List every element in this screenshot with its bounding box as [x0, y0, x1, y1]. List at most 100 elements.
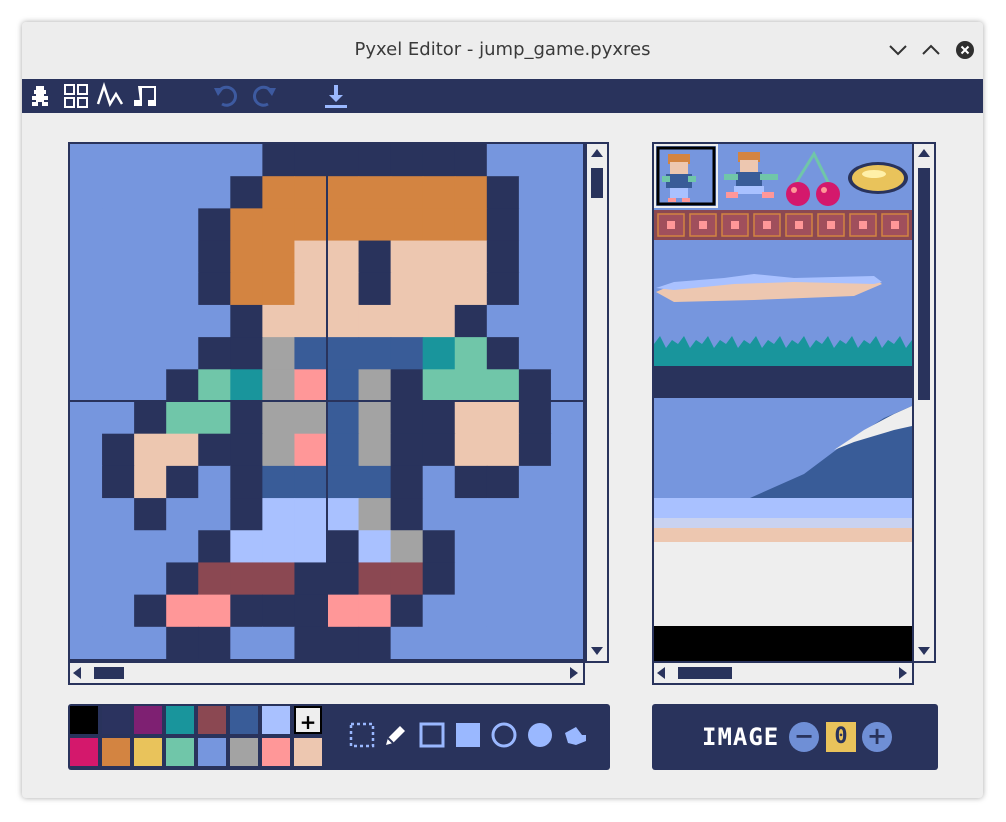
sprite-pixel[interactable]	[550, 176, 583, 210]
sprite-pixel[interactable]	[326, 401, 360, 435]
sprite-pixel[interactable]	[326, 594, 360, 628]
sprite-pixel[interactable]	[230, 626, 264, 659]
sprite-pixel[interactable]	[230, 240, 264, 274]
sprite-pixel[interactable]	[518, 562, 552, 596]
image-editor-icon[interactable]	[26, 82, 54, 110]
sprite-pixel[interactable]	[294, 369, 328, 403]
sprite-pixel[interactable]	[294, 304, 328, 338]
sprite-pixel[interactable]	[550, 369, 583, 403]
sprite-pixel[interactable]	[230, 594, 264, 628]
sprite-pixel[interactable]	[454, 304, 488, 338]
sprite-pixel[interactable]	[262, 272, 296, 306]
lemon-sprite[interactable]	[848, 162, 908, 194]
image-bank-preview[interactable]	[652, 142, 914, 663]
sprite-pixel[interactable]	[550, 530, 583, 564]
sprite-pixel[interactable]	[198, 498, 231, 531]
sprite-pixel[interactable]	[422, 465, 456, 499]
pencil-tool-icon[interactable]	[382, 721, 410, 749]
sprite-pixel[interactable]	[326, 626, 360, 659]
sprite-pixel[interactable]	[134, 401, 167, 435]
sprite-pixel[interactable]	[134, 530, 167, 564]
bank-scroll-thumb-h[interactable]	[678, 667, 732, 679]
palette-swatch[interactable]	[166, 706, 194, 734]
bank-scroll-down-icon[interactable]	[917, 646, 931, 656]
sprite-pixel[interactable]	[230, 176, 264, 210]
sprite-pixel[interactable]	[422, 626, 456, 659]
sprite-pixel[interactable]	[486, 401, 520, 435]
sprite-pixel[interactable]	[262, 369, 296, 403]
sprite-pixel[interactable]	[262, 433, 296, 467]
sprite-pixel[interactable]	[198, 594, 231, 628]
sprite-pixel[interactable]	[390, 176, 424, 210]
sprite-pixel[interactable]	[390, 401, 424, 435]
sprite-pixel[interactable]	[102, 272, 135, 306]
sprite-pixel[interactable]	[422, 594, 456, 628]
sprite-pixel[interactable]	[70, 433, 103, 467]
sprite-pixel[interactable]	[326, 498, 360, 531]
sprite-pixel[interactable]	[390, 304, 424, 338]
sprite-pixel[interactable]	[358, 369, 392, 403]
circle-outline-tool-icon[interactable]	[490, 721, 518, 749]
sprite-pixel[interactable]	[422, 369, 456, 403]
sprite-pixel[interactable]	[102, 562, 135, 596]
sprite-pixel[interactable]	[198, 433, 231, 467]
sprite-pixel[interactable]	[454, 433, 488, 467]
palette-swatch[interactable]	[134, 706, 162, 734]
sprite-pixel[interactable]	[262, 240, 296, 274]
sprite-pixel[interactable]	[70, 304, 103, 338]
sprite-pixel[interactable]	[198, 240, 231, 274]
sprite-pixel[interactable]	[390, 626, 424, 659]
sprite-pixel[interactable]	[294, 176, 328, 210]
sprite-pixel[interactable]	[262, 594, 296, 628]
sprite-pixel[interactable]	[102, 144, 135, 177]
sprite-pixel[interactable]	[262, 144, 296, 177]
sprite-pixel[interactable]	[230, 562, 264, 596]
sprite-pixel[interactable]	[518, 176, 552, 210]
sprite-pixel[interactable]	[550, 240, 583, 274]
sprite-pixel[interactable]	[550, 498, 583, 531]
sprite-pixel[interactable]	[134, 465, 167, 499]
sprite-pixel[interactable]	[486, 304, 520, 338]
circle-fill-tool-icon[interactable]	[526, 721, 554, 749]
sprite-pixel[interactable]	[198, 369, 231, 403]
save-icon[interactable]	[322, 82, 350, 110]
sprite-pixel[interactable]	[550, 208, 583, 242]
sprite-pixel[interactable]	[70, 562, 103, 596]
add-color-button[interactable]: +	[294, 706, 322, 734]
sprite-pixel[interactable]	[294, 498, 328, 531]
sprite-pixel[interactable]	[390, 465, 424, 499]
sprite-pixel[interactable]	[422, 272, 456, 306]
sprite-pixel[interactable]	[486, 272, 520, 306]
sprite-pixel[interactable]	[134, 594, 167, 628]
sprite-pixel[interactable]	[422, 530, 456, 564]
sprite-pixel[interactable]	[422, 208, 456, 242]
sprite-pixel[interactable]	[134, 144, 167, 177]
sprite-pixel[interactable]	[230, 337, 264, 370]
sprite-pixel[interactable]	[230, 401, 264, 435]
sprite-pixel[interactable]	[550, 337, 583, 370]
sprite-pixel[interactable]	[486, 465, 520, 499]
sprite-pixel[interactable]	[294, 626, 328, 659]
sprite-pixel[interactable]	[358, 530, 392, 564]
sprite-pixel[interactable]	[326, 304, 360, 338]
rect-fill-tool-icon[interactable]	[454, 721, 482, 749]
sprite-pixel[interactable]	[262, 401, 296, 435]
sprite-pixel[interactable]	[390, 240, 424, 274]
sprite-pixel[interactable]	[294, 208, 328, 242]
sprite-pixel[interactable]	[166, 304, 199, 338]
sprite-pixel[interactable]	[70, 240, 103, 274]
sprite-pixel[interactable]	[390, 144, 424, 177]
sprite-pixel[interactable]	[294, 530, 328, 564]
sprite-pixel[interactable]	[550, 626, 583, 659]
sprite-pixel[interactable]	[486, 433, 520, 467]
sprite-pixel[interactable]	[518, 144, 552, 177]
sprite-pixel[interactable]	[550, 401, 583, 435]
sprite-pixel[interactable]	[262, 530, 296, 564]
sprite-pixel[interactable]	[358, 240, 392, 274]
sprite-pixel[interactable]	[166, 626, 199, 659]
sprite-pixel[interactable]	[390, 208, 424, 242]
sprite-pixel[interactable]	[518, 626, 552, 659]
sprite-pixel[interactable]	[70, 337, 103, 370]
sprite-pixel[interactable]	[518, 498, 552, 531]
sprite-pixel[interactable]	[166, 530, 199, 564]
